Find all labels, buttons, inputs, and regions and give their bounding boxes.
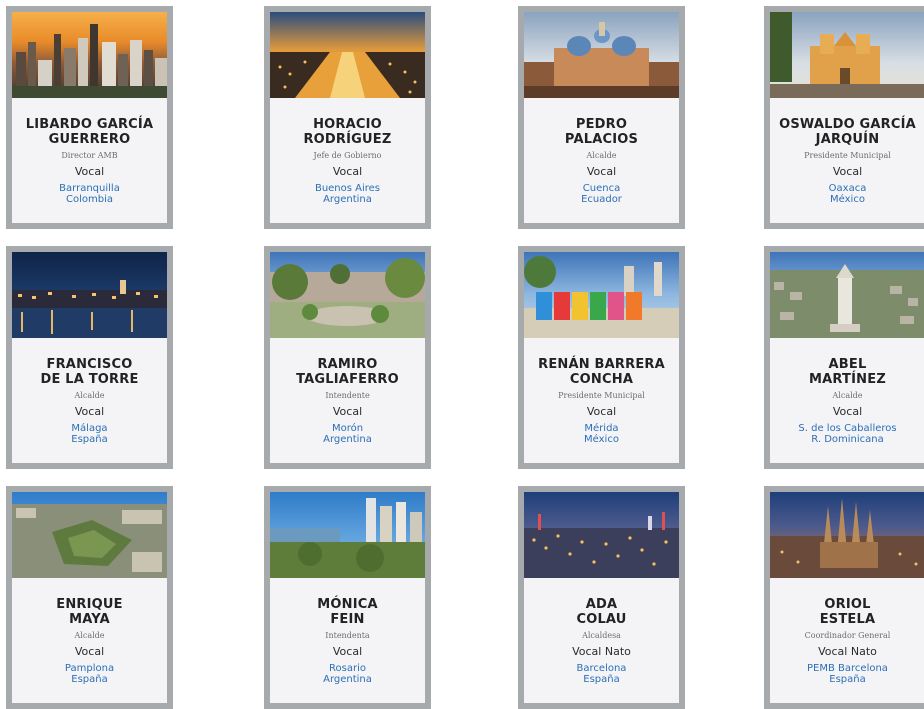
member-name: OSWALDO GARCÍA JARQUÍN	[779, 116, 916, 147]
member-location: Cuenca Ecuador	[581, 182, 622, 205]
city-photo	[770, 252, 924, 338]
member-location: PEMB Barcelona España	[807, 662, 888, 685]
member-location: Barranquilla Colombia	[59, 182, 120, 205]
city-photo	[12, 252, 167, 338]
member-card[interactable]: RENÁN BARRERA CONCHA Presidente Municipal…	[518, 246, 685, 469]
member-name: LIBARDO GARCÍA GUERRERO	[25, 116, 154, 147]
member-position: Vocal	[586, 164, 617, 178]
city-photo	[524, 12, 679, 98]
member-role: Intendenta	[325, 630, 370, 640]
member-role: Jefe de Gobierno	[313, 150, 382, 160]
member-role: Alcalde	[74, 390, 105, 400]
member-position: Vocal	[332, 644, 363, 658]
member-card[interactable]: ADA COLAU Alcaldesa Vocal Nato Barcelona E…	[518, 486, 685, 709]
member-role: Coordinador General	[804, 630, 891, 640]
member-name: ORIOL ESTELA	[819, 596, 876, 627]
member-name: RENÁN BARRERA CONCHA	[538, 356, 665, 387]
member-role: Alcaldesa	[582, 630, 621, 640]
member-location: Barcelona España	[576, 662, 627, 685]
member-role: Presidente Municipal	[804, 150, 891, 160]
member-name: ENRIQUE MAYA	[56, 596, 123, 627]
member-position: Vocal Nato	[572, 644, 631, 658]
member-position: Vocal	[332, 164, 363, 178]
member-position: Vocal	[832, 404, 863, 418]
member-card[interactable]: LIBARDO GARCÍA GUERRERO Director AMB Voca…	[6, 6, 173, 229]
member-name: HORACIO RODRÍGUEZ	[303, 116, 392, 147]
member-position: Vocal	[332, 404, 363, 418]
city-photo	[524, 252, 679, 338]
city-photo	[770, 492, 924, 578]
member-position: Vocal	[74, 644, 105, 658]
member-card[interactable]: ABEL MARTÍNEZ Alcalde Vocal S. de los Cab…	[764, 246, 924, 469]
member-role: Alcalde	[832, 390, 863, 400]
member-card[interactable]: RAMIRO TAGLIAFERRO Intendente Vocal Morón…	[264, 246, 431, 469]
member-position: Vocal Nato	[818, 644, 877, 658]
city-photo	[12, 12, 167, 98]
member-role: Director AMB	[61, 150, 118, 160]
member-location: Pamplona España	[64, 662, 115, 685]
member-card[interactable]: PEDRO PALACIOS Alcalde Vocal Cuenca Ecuado…	[518, 6, 685, 229]
member-location: Morón Argentina	[323, 422, 372, 445]
member-name: FRANCISCO DE LA TORRE	[40, 356, 139, 387]
member-role: Intendente	[325, 390, 370, 400]
member-card[interactable]: FRANCISCO DE LA TORRE Alcalde Vocal Málag…	[6, 246, 173, 469]
member-card[interactable]: OSWALDO GARCÍA JARQUÍN Presidente Municip…	[764, 6, 924, 229]
member-position: Vocal	[74, 404, 105, 418]
member-name: RAMIRO TAGLIAFERRO	[296, 356, 399, 387]
city-photo	[270, 12, 425, 98]
city-photo	[524, 492, 679, 578]
city-photo	[270, 492, 425, 578]
city-photo	[770, 12, 924, 98]
member-location: Buenos Aires Argentina	[314, 182, 381, 205]
member-card[interactable]: ORIOL ESTELA Coordinador General Vocal Na…	[764, 486, 924, 709]
member-card[interactable]: ENRIQUE MAYA Alcalde Vocal Pamplona España	[6, 486, 173, 709]
member-name: MÓNICA FEIN	[317, 596, 378, 627]
member-location: S. de los Caballeros R. Dominicana	[798, 422, 897, 445]
member-name: PEDRO PALACIOS	[564, 116, 639, 147]
member-card[interactable]: MÓNICA FEIN Intendenta Vocal Rosario Argen…	[264, 486, 431, 709]
member-position: Vocal	[74, 164, 105, 178]
member-location: Oaxaca México	[828, 182, 867, 205]
city-photo	[12, 492, 167, 578]
member-role: Presidente Municipal	[558, 390, 645, 400]
member-position: Vocal	[832, 164, 863, 178]
member-role: Alcalde	[74, 630, 105, 640]
member-location: Málaga España	[71, 422, 108, 445]
member-card[interactable]: HORACIO RODRÍGUEZ Jefe de Gobierno Vocal …	[264, 6, 431, 229]
member-role: Alcalde	[586, 150, 617, 160]
member-name: ADA COLAU	[576, 596, 627, 627]
city-photo	[270, 252, 425, 338]
member-location: Rosario Argentina	[323, 662, 372, 685]
member-position: Vocal	[586, 404, 617, 418]
member-location: Mérida México	[584, 422, 619, 445]
member-name: ABEL MARTÍNEZ	[809, 356, 886, 387]
